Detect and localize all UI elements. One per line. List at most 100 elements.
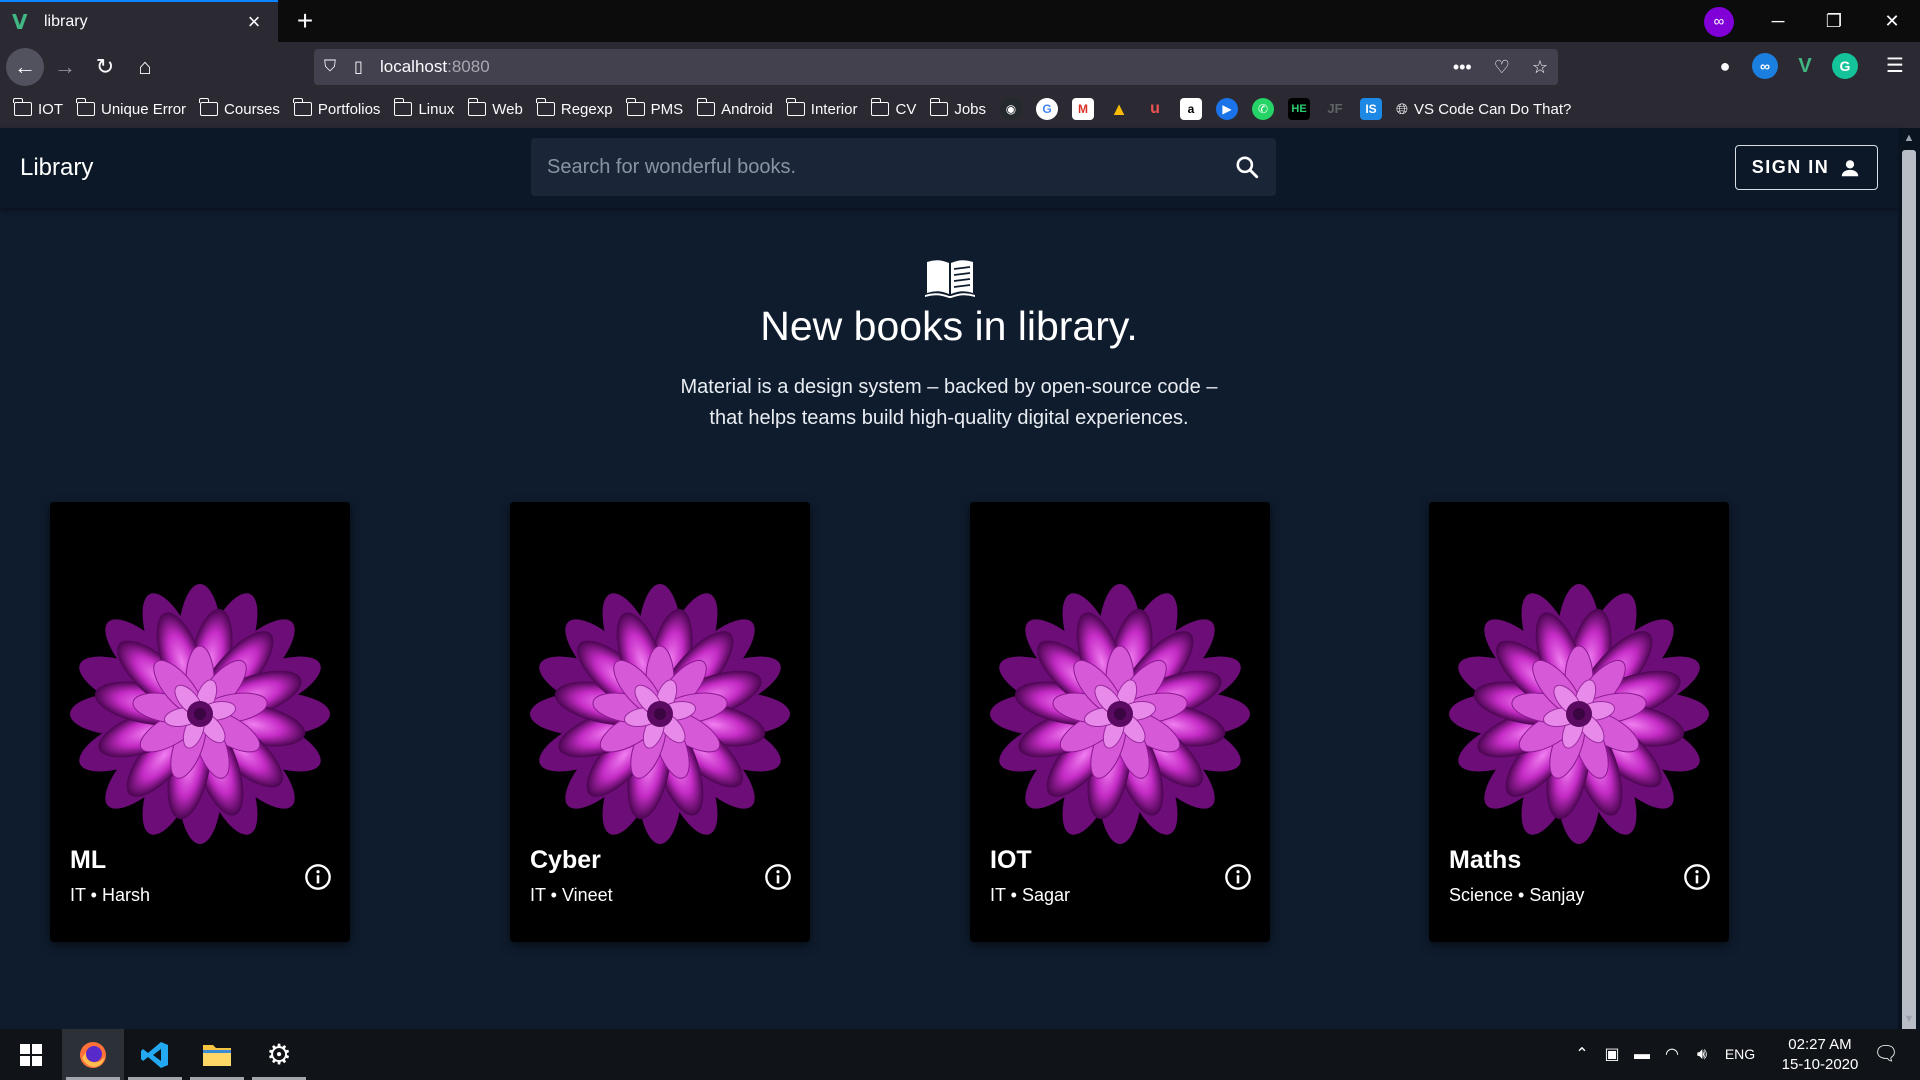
browser-tab[interactable]: V library × [0, 0, 278, 42]
pocket-icon[interactable]: ♡ [1494, 57, 1510, 78]
bookmark-folder-courses[interactable]: Courses [199, 98, 280, 118]
google-icon[interactable]: G [1036, 98, 1059, 120]
book-card-cyber[interactable]: Cyber IT • Vineet [510, 502, 810, 942]
notifications-icon[interactable]: 🗨︎ [1866, 1029, 1906, 1080]
browser-nav-bar: ← → ↻ ⌂ ⛉ ▯ localhost :8080 ••• ♡ ☆ ● ∞ … [0, 42, 1920, 90]
bookmark-folder-unique-error[interactable]: Unique Error [76, 98, 186, 118]
wifi-icon[interactable]: ◠ [1658, 1029, 1686, 1080]
language-indicator[interactable]: ENG [1720, 1029, 1760, 1080]
info-icon[interactable] [1683, 863, 1711, 891]
scrollbar-thumb[interactable] [1902, 150, 1916, 1068]
book-subtitle: IT • Vineet [530, 885, 613, 905]
amazon-icon[interactable]: a [1180, 98, 1203, 120]
book-subtitle: Science • Sanjay [1449, 885, 1585, 905]
bookmarks-bar: IOT Unique Error Courses Portfolios Linu… [0, 90, 1920, 128]
volume-icon[interactable]: 🔊︎ [1688, 1029, 1716, 1080]
menu-icon[interactable]: ☰ [1882, 53, 1908, 79]
bookmark-folder-web[interactable]: Web [467, 98, 523, 118]
vue-devtools-icon[interactable]: V [1792, 53, 1818, 79]
bookmark-star-icon[interactable]: ☆ [1532, 57, 1548, 78]
firefox-icon [80, 1041, 106, 1068]
is-icon[interactable]: IS [1360, 98, 1383, 120]
new-tab-button[interactable]: + [288, 4, 322, 38]
close-tab-icon[interactable]: × [242, 9, 266, 35]
minimize-window-button[interactable]: ─ [1750, 0, 1806, 42]
bookmark-folder-cv[interactable]: CV [870, 98, 916, 118]
extension-infinity-icon[interactable]: ∞ [1752, 53, 1778, 79]
folder-icon [625, 98, 645, 116]
udemy-icon[interactable]: u [1144, 98, 1166, 120]
bookmark-vscode-can-do-that[interactable]: 🌐︎ VS Code Can Do That? [1396, 101, 1571, 118]
taskbar-vscode[interactable] [124, 1029, 186, 1080]
scroll-down-arrow-icon[interactable]: ▼ [1898, 1009, 1920, 1029]
hackerearth-icon[interactable]: HE [1288, 98, 1311, 120]
hero-subtitle: Material is a design system – backed by … [574, 372, 1324, 434]
windows-logo-icon [20, 1043, 42, 1066]
bookmark-folder-regexp[interactable]: Regexp [536, 98, 613, 118]
play-icon[interactable]: ▶ [1216, 98, 1239, 120]
folder-icon [467, 98, 487, 116]
scroll-up-arrow-icon[interactable]: ▲ [1898, 128, 1920, 148]
battery-icon[interactable]: ▬ [1628, 1029, 1656, 1080]
whatsapp-icon[interactable]: ✆ [1252, 98, 1275, 120]
book-card-maths[interactable]: Maths Science • Sanjay [1429, 502, 1729, 942]
tab-title: library [44, 13, 88, 30]
restore-window-button[interactable]: ❐ [1806, 0, 1862, 42]
bookmark-folder-linux[interactable]: Linux [393, 98, 454, 118]
account-icon[interactable]: ● [1712, 53, 1738, 79]
device-icon[interactable]: ▣ [1598, 1029, 1626, 1080]
book-cover-image [990, 578, 1250, 850]
show-hidden-icons-icon[interactable]: ⌃ [1568, 1029, 1596, 1080]
folder-icon [13, 98, 32, 116]
app-header: Library SIGN IN [0, 128, 1898, 208]
forward-button[interactable]: → [46, 48, 84, 86]
url-bar[interactable]: ⛉ ▯ localhost :8080 ••• ♡ ☆ [314, 49, 1558, 85]
back-button[interactable]: ← [6, 48, 44, 86]
book-title: Cyber [530, 846, 601, 874]
taskbar-file-explorer[interactable] [186, 1029, 248, 1080]
clock-time: 02:27 AM [1788, 1036, 1852, 1053]
book-card-iot[interactable]: IOT IT • Sagar [970, 502, 1270, 942]
bookmark-folder-interior[interactable]: Interior [786, 98, 857, 118]
tracking-shield-icon[interactable]: ⛉ [324, 58, 346, 76]
page-info-icon[interactable]: ▯ [354, 57, 380, 77]
grammarly-icon[interactable]: G [1832, 53, 1858, 79]
gmail-icon[interactable]: M [1072, 98, 1095, 120]
open-book-icon [925, 260, 975, 298]
hero-subtitle-line: Material is a design system – backed by … [680, 376, 1218, 398]
app-title[interactable]: Library [20, 128, 93, 208]
search-input[interactable] [545, 138, 1205, 196]
home-button[interactable]: ⌂ [126, 48, 164, 86]
system-clock[interactable]: 02:27 AM 15-10-2020 [1760, 1035, 1880, 1075]
bookmark-folder-portfolios[interactable]: Portfolios [293, 98, 380, 118]
folder-icon [786, 98, 805, 116]
taskbar-settings[interactable]: ⚙ [248, 1029, 310, 1080]
github-icon[interactable]: ◉ [1000, 98, 1023, 120]
globe-icon: 🌐︎ [1396, 100, 1409, 118]
folder-icon [393, 98, 413, 116]
info-icon[interactable] [304, 863, 332, 891]
close-window-button[interactable]: ✕ [1864, 0, 1920, 42]
jf-icon[interactable]: JF [1324, 98, 1346, 120]
bookmark-folder-iot[interactable]: IOT [13, 98, 63, 118]
info-icon[interactable] [764, 863, 792, 891]
vue-favicon-icon: V [12, 10, 28, 34]
book-title: IOT [990, 846, 1032, 874]
account-icon [1842, 159, 1859, 176]
info-icon[interactable] [1224, 863, 1252, 891]
bookmark-folder-jobs[interactable]: Jobs [929, 98, 986, 118]
reload-button[interactable]: ↻ [86, 48, 124, 86]
drive-icon[interactable]: ▲ [1108, 98, 1130, 120]
sign-in-button[interactable]: SIGN IN [1735, 145, 1878, 190]
folder-icon [199, 98, 219, 116]
hero-title: New books in library. [760, 303, 1138, 349]
page-scrollbar[interactable]: ▲ ▼ [1898, 128, 1920, 1068]
bookmark-folder-android[interactable]: Android [696, 98, 773, 118]
search-icon[interactable] [1234, 154, 1260, 180]
page-actions-icon[interactable]: ••• [1453, 57, 1472, 78]
book-card-ml[interactable]: ML IT • Harsh [50, 502, 350, 942]
folder-icon [870, 98, 890, 116]
taskbar-firefox[interactable] [62, 1029, 124, 1080]
bookmark-folder-pms[interactable]: PMS [625, 98, 683, 118]
start-button[interactable] [0, 1029, 62, 1080]
